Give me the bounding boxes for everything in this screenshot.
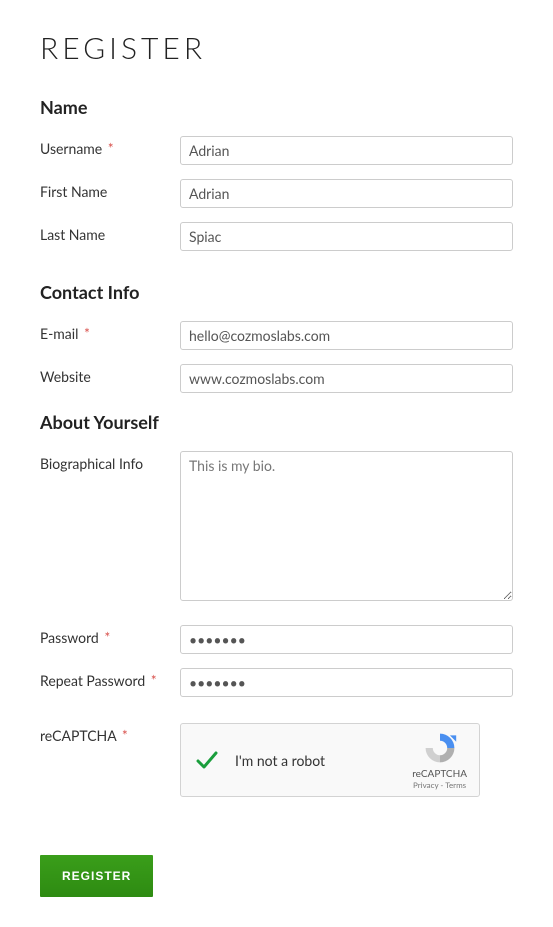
form-row-email: E-mail * — [40, 321, 513, 350]
form-row-repeat-password: Repeat Password * — [40, 668, 513, 697]
recaptcha-links[interactable]: Privacy - Terms — [413, 780, 466, 790]
recaptcha-widget[interactable]: I'm not a robot reCAPTCHA Privacy - Term… — [180, 723, 480, 797]
required-marker: * — [84, 325, 90, 342]
last-name-input[interactable] — [180, 222, 513, 251]
recaptcha-text: I'm not a robot — [235, 752, 402, 769]
required-marker: * — [108, 140, 114, 157]
label-bio: Biographical Info — [40, 455, 143, 472]
label-website: Website — [40, 368, 91, 385]
first-name-input[interactable] — [180, 179, 513, 208]
required-marker: * — [151, 672, 157, 689]
section-title-about: About Yourself — [40, 411, 513, 433]
recaptcha-brand: reCAPTCHA — [412, 768, 467, 780]
form-row-last-name: Last Name — [40, 222, 513, 251]
repeat-password-input[interactable] — [180, 668, 513, 697]
password-input[interactable] — [180, 625, 513, 654]
username-input[interactable] — [180, 136, 513, 165]
email-input[interactable] — [180, 321, 513, 350]
label-last-name: Last Name — [40, 226, 105, 243]
recaptcha-logo-icon — [422, 730, 458, 766]
section-title-contact: Contact Info — [40, 281, 513, 303]
form-row-username: Username * — [40, 136, 513, 165]
bio-textarea[interactable]: This is my bio. — [180, 451, 513, 601]
label-repeat-password: Repeat Password — [40, 672, 145, 689]
register-button[interactable]: REGISTER — [40, 855, 153, 897]
required-marker: * — [104, 629, 110, 646]
section-title-name: Name — [40, 96, 513, 118]
form-row-first-name: First Name — [40, 179, 513, 208]
website-input[interactable] — [180, 364, 513, 393]
label-email: E-mail — [40, 325, 78, 342]
label-password: Password — [40, 629, 99, 646]
form-row-password: Password * — [40, 625, 513, 654]
page-title: REGISTER — [40, 30, 513, 66]
required-marker: * — [122, 727, 128, 744]
form-row-bio: Biographical Info This is my bio. — [40, 451, 513, 605]
form-row-recaptcha: reCAPTCHA * I'm not a robot reCAPTCHA Pr… — [40, 723, 513, 797]
form-row-website: Website — [40, 364, 513, 393]
label-first-name: First Name — [40, 183, 107, 200]
label-username: Username — [40, 140, 102, 157]
label-recaptcha: reCAPTCHA — [40, 727, 116, 744]
checkmark-icon — [193, 748, 221, 772]
